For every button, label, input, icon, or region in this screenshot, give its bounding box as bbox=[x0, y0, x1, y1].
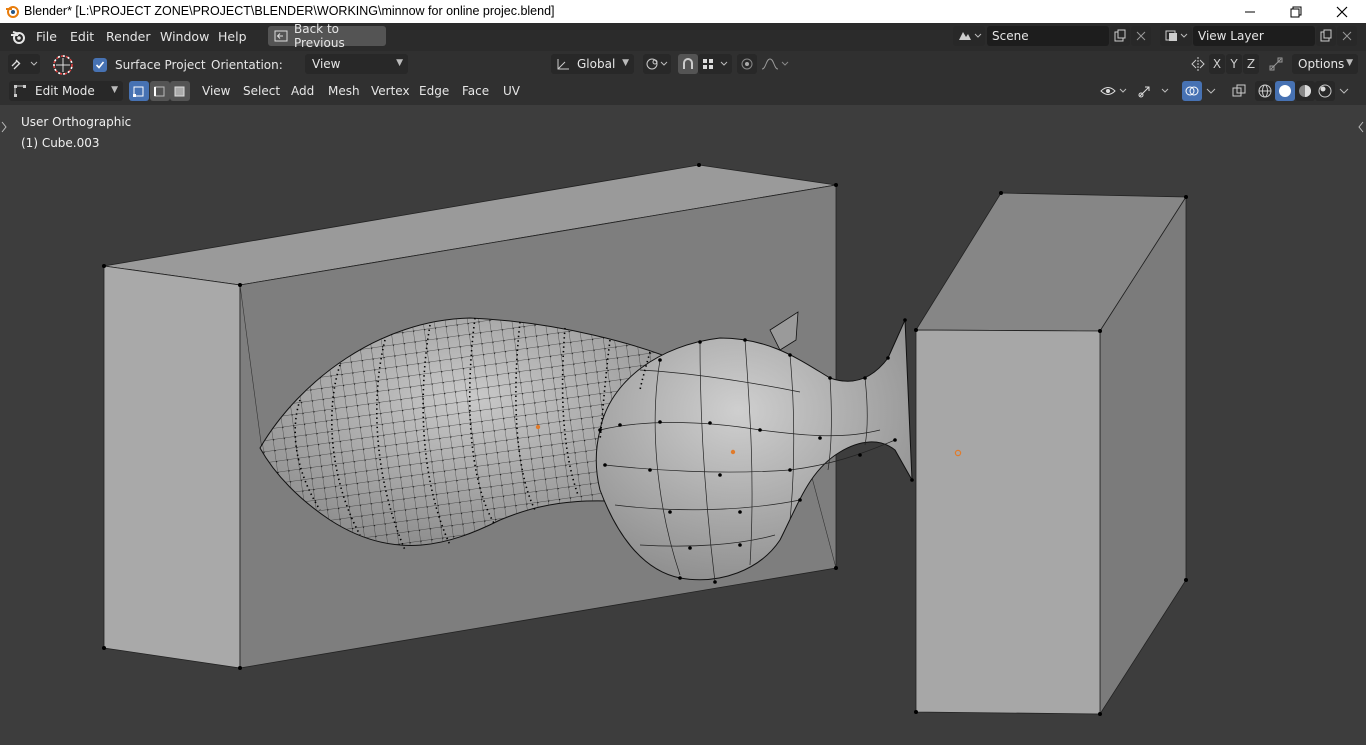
checkmark-icon bbox=[95, 61, 105, 69]
menu-file[interactable]: File bbox=[36, 29, 57, 44]
mode-dropdown[interactable]: Edit Mode ▼ bbox=[9, 81, 123, 101]
overlays-toggle-icon[interactable] bbox=[1182, 81, 1202, 101]
shading-dropdown-icon[interactable] bbox=[1336, 81, 1352, 101]
axis-x-toggle[interactable]: X bbox=[1209, 54, 1225, 74]
delete-scene-icon[interactable] bbox=[1131, 26, 1151, 46]
header-menu-face[interactable]: Face bbox=[462, 84, 489, 98]
axis-x-label: X bbox=[1212, 57, 1222, 71]
orientation-value: View bbox=[312, 57, 341, 71]
header-menu-vertex[interactable]: Vertex bbox=[371, 84, 410, 98]
active-object-label: (1) Cube.003 bbox=[21, 136, 100, 150]
view-layer-name: View Layer bbox=[1198, 29, 1264, 43]
toolbar-toggle-icon[interactable] bbox=[1, 121, 7, 133]
pivot-point-icon[interactable] bbox=[643, 54, 671, 74]
options-label: Options bbox=[1298, 57, 1345, 71]
menu-window[interactable]: Window bbox=[160, 29, 209, 44]
axis-z-label: Z bbox=[1246, 57, 1256, 71]
menu-edit[interactable]: Edit bbox=[70, 29, 94, 44]
axis-z-toggle[interactable]: Z bbox=[1243, 54, 1259, 74]
back-to-previous-button[interactable]: Back to Previous bbox=[268, 22, 386, 50]
origin-point-fish-head bbox=[730, 449, 736, 455]
mold-block-right[interactable] bbox=[914, 191, 1188, 716]
material-shading-icon[interactable] bbox=[1295, 81, 1315, 101]
scene-name: Scene bbox=[992, 29, 1029, 43]
chevron-down-icon: ▼ bbox=[396, 58, 403, 68]
snap-target-icon[interactable] bbox=[698, 54, 732, 74]
xray-toggle-icon[interactable] bbox=[1229, 81, 1249, 101]
header-menu-uv[interactable]: UV bbox=[503, 84, 520, 98]
view-name-label: User Orthographic bbox=[21, 115, 132, 129]
scene-name-field[interactable]: Scene bbox=[987, 26, 1109, 46]
axis-y-toggle[interactable]: Y bbox=[1226, 54, 1242, 74]
new-scene-icon[interactable] bbox=[1110, 26, 1130, 46]
header-menu-edge[interactable]: Edge bbox=[419, 84, 449, 98]
minimize-icon[interactable] bbox=[1227, 0, 1273, 23]
close-icon[interactable] bbox=[1319, 0, 1365, 23]
chevron-down-icon: ▼ bbox=[111, 85, 118, 95]
falloff-icon[interactable] bbox=[759, 54, 791, 74]
delete-view-layer-icon[interactable] bbox=[1337, 26, 1357, 46]
header-menu-view[interactable]: View bbox=[202, 84, 230, 98]
snap-toggle-icon[interactable] bbox=[678, 54, 698, 74]
scene-browse-icon[interactable] bbox=[953, 26, 985, 46]
top-menubar: File Edit Render Window Help Back to Pre… bbox=[0, 22, 1366, 51]
menu-help[interactable]: Help bbox=[218, 29, 247, 44]
overlays-dropdown-icon[interactable] bbox=[1203, 81, 1219, 101]
chevron-down-icon: ▼ bbox=[1346, 58, 1353, 68]
restore-icon[interactable] bbox=[1273, 0, 1319, 23]
surface-project-label: Surface Project bbox=[115, 58, 206, 72]
object-visibility-icon[interactable] bbox=[1098, 81, 1130, 101]
transform-orientation-value: Global bbox=[577, 57, 616, 71]
orientation-label: Orientation: bbox=[211, 58, 283, 72]
tool-settings-header: Surface Project Orientation: View ▼ Glob… bbox=[0, 51, 1366, 78]
surface-project-checkbox[interactable] bbox=[93, 58, 107, 72]
orientation-dropdown[interactable]: View ▼ bbox=[305, 54, 408, 74]
view-layer-field[interactable]: View Layer bbox=[1193, 26, 1315, 46]
vertex-select-mode-icon[interactable] bbox=[129, 81, 149, 101]
sidebar-toggle-icon[interactable] bbox=[1358, 121, 1364, 133]
3d-viewport[interactable]: User Orthographic (1) Cube.003 bbox=[0, 105, 1366, 745]
transform-orientation-dropdown[interactable]: Global ▼ bbox=[551, 54, 634, 74]
view-layer-browse-icon[interactable] bbox=[1160, 26, 1192, 46]
blender-logo-icon bbox=[6, 6, 19, 18]
window-title: Blender* [L:\PROJECT ZONE\PROJECT\BLENDE… bbox=[24, 4, 555, 18]
edge-select-mode-icon[interactable] bbox=[150, 81, 170, 101]
header-menu-add[interactable]: Add bbox=[291, 84, 314, 98]
proportional-edit-icon[interactable] bbox=[737, 54, 757, 74]
viewport-canvas[interactable] bbox=[0, 105, 1366, 745]
rendered-shading-icon[interactable] bbox=[1315, 81, 1335, 101]
chevron-down-icon: ▼ bbox=[622, 58, 629, 68]
mode-value: Edit Mode bbox=[35, 84, 95, 98]
new-view-layer-icon[interactable] bbox=[1316, 26, 1336, 46]
solid-shading-icon[interactable] bbox=[1275, 81, 1295, 101]
blender-menu-icon[interactable] bbox=[9, 29, 26, 45]
wireframe-shading-icon[interactable] bbox=[1255, 81, 1275, 101]
3d-cursor-tool-icon[interactable] bbox=[50, 53, 76, 77]
mirror-icon[interactable] bbox=[1188, 54, 1208, 74]
origin-point-fish-body bbox=[535, 424, 541, 430]
gizmo-toggle-icon[interactable] bbox=[1136, 81, 1172, 101]
axis-y-label: Y bbox=[1230, 57, 1238, 71]
back-button-label: Back to Previous bbox=[294, 22, 345, 50]
header-menu-select[interactable]: Select bbox=[243, 84, 280, 98]
window-titlebar: Blender* [L:\PROJECT ZONE\PROJECT\BLENDE… bbox=[0, 0, 1366, 23]
editor-type-icon[interactable] bbox=[8, 54, 40, 74]
back-arrow-icon bbox=[274, 30, 288, 42]
auto-merge-icon[interactable] bbox=[1266, 54, 1286, 74]
face-select-mode-icon[interactable] bbox=[170, 81, 190, 101]
axis-orientation-icon bbox=[557, 59, 569, 70]
menu-render[interactable]: Render bbox=[106, 29, 151, 44]
options-dropdown[interactable]: Options ▼ bbox=[1292, 54, 1358, 74]
viewport-header: Edit Mode ▼ View Select Add Mesh Vertex … bbox=[0, 78, 1366, 105]
edit-mode-icon bbox=[14, 85, 26, 97]
header-menu-mesh[interactable]: Mesh bbox=[328, 84, 360, 98]
